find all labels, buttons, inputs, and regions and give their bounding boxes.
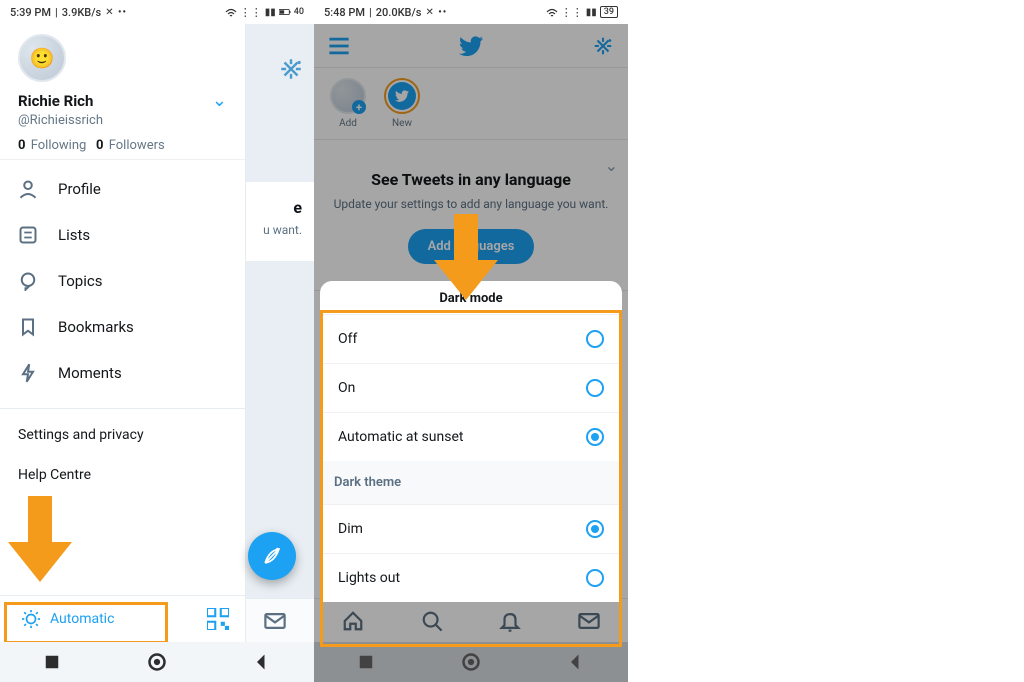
- nav-lists[interactable]: Lists: [0, 212, 245, 258]
- user-name: Richie Rich: [18, 92, 93, 110]
- phone-right: 5:48 PM | 20.0KB/s ✕ •• ⋮⋮ ▮▮ 39 Add: [314, 0, 628, 682]
- radio-icon: [586, 330, 604, 348]
- nav-profile-label: Profile: [58, 180, 101, 198]
- compose-fab[interactable]: [248, 532, 296, 580]
- option-auto[interactable]: Automatic at sunset: [320, 412, 622, 461]
- bt-icon: ⋮⋮: [240, 6, 262, 19]
- option-lightsout[interactable]: Lights out: [320, 553, 622, 602]
- phone-left: 5:39 PM | 3.9KB/s ✕ •• ⋮⋮ ▮▮ 40 e u want…: [0, 0, 314, 682]
- status-bar: 5:48 PM | 20.0KB/s ✕ •• ⋮⋮ ▮▮ 39: [314, 0, 628, 24]
- nav-lists-label: Lists: [58, 226, 90, 244]
- radio-icon: [586, 379, 604, 397]
- drawer-footer: Automatic: [0, 595, 245, 642]
- bookmark-icon: [18, 317, 38, 337]
- followers-count: 0: [96, 138, 103, 153]
- dark-mode-sheet: Dark mode Off On Automatic at sunset Dar…: [320, 281, 622, 602]
- follow-stats[interactable]: 0 Following 0 Followers: [18, 138, 227, 153]
- nav-settings[interactable]: Settings and privacy: [0, 415, 245, 455]
- wifi-icon: [546, 6, 558, 18]
- nav-list: Profile Lists Topics Bookmarks Moments: [0, 160, 245, 402]
- battery-icon: [279, 6, 291, 18]
- nav-moments[interactable]: Moments: [0, 350, 245, 396]
- theme-toggle-label: Automatic: [50, 611, 114, 627]
- sparkle-icon[interactable]: [278, 56, 304, 82]
- option-off-label: Off: [338, 331, 357, 347]
- followers-label: Followers: [109, 138, 165, 153]
- status-time: 5:48 PM: [324, 6, 365, 19]
- user-handle: @Richieissrich: [18, 113, 227, 128]
- android-recent-icon[interactable]: [42, 652, 62, 672]
- tab-mail-icon[interactable]: [264, 610, 286, 632]
- divider: [0, 408, 245, 409]
- nav-help[interactable]: Help Centre: [0, 455, 245, 495]
- wifi-icon: [225, 6, 237, 18]
- radio-selected-icon: [586, 428, 604, 446]
- status-bar: 5:39 PM | 3.9KB/s ✕ •• ⋮⋮ ▮▮ 40: [0, 0, 314, 24]
- option-on-label: On: [338, 380, 355, 396]
- status-net: 20.0KB/s: [376, 6, 422, 19]
- peek-card: e u want.: [244, 182, 314, 261]
- status-extra: ✕ ••: [105, 7, 127, 18]
- nav-bookmarks-label: Bookmarks: [58, 318, 134, 336]
- theme-toggle-button[interactable]: Automatic: [16, 606, 120, 632]
- moments-icon: [18, 363, 38, 383]
- option-dim[interactable]: Dim: [320, 504, 622, 553]
- peek-card-line2: u want.: [244, 223, 302, 237]
- avatar[interactable]: 🙂: [18, 34, 66, 82]
- option-off[interactable]: Off: [320, 314, 622, 363]
- nav-topics-label: Topics: [58, 272, 102, 290]
- list-icon: [18, 225, 38, 245]
- topics-icon: [18, 271, 38, 291]
- status-net: 3.9KB/s: [62, 6, 101, 19]
- signal-icon: ▮▮: [586, 7, 597, 18]
- android-home-icon[interactable]: [147, 652, 167, 672]
- sheet-section-header: Dark theme: [320, 461, 622, 504]
- battery-level: 40: [294, 7, 304, 17]
- android-nav-bar: [314, 642, 628, 682]
- bulb-icon: [22, 610, 40, 628]
- bt-icon: ⋮⋮: [561, 6, 583, 19]
- option-dim-label: Dim: [338, 521, 363, 537]
- timeline-screen: Add New ⌄ See Tweets in any language Upd…: [314, 24, 628, 642]
- option-lightsout-label: Lights out: [338, 570, 400, 586]
- navigation-drawer: 🙂 Richie Rich ⌄ @Richieissrich 0 Followi…: [0, 24, 246, 642]
- option-on[interactable]: On: [320, 363, 622, 412]
- sheet-title: Dark mode: [320, 281, 622, 314]
- chevron-down-icon[interactable]: ⌄: [212, 90, 227, 111]
- battery-box: 39: [600, 6, 618, 18]
- following-label: Following: [31, 138, 87, 153]
- android-back-icon[interactable]: [252, 652, 272, 672]
- peek-card-line1: e: [244, 198, 302, 217]
- android-nav-bar: [0, 642, 314, 682]
- profile-block[interactable]: 🙂 Richie Rich ⌄ @Richieissrich 0 Followi…: [0, 24, 245, 160]
- radio-selected-icon: [586, 520, 604, 538]
- nav-topics[interactable]: Topics: [0, 258, 245, 304]
- following-count: 0: [18, 138, 25, 153]
- nav-profile[interactable]: Profile: [0, 166, 245, 212]
- qr-icon[interactable]: [207, 608, 229, 630]
- profile-icon: [18, 179, 38, 199]
- nav-moments-label: Moments: [58, 364, 122, 382]
- option-auto-label: Automatic at sunset: [338, 429, 463, 445]
- status-time: 5:39 PM: [10, 6, 51, 19]
- nav-bookmarks[interactable]: Bookmarks: [0, 304, 245, 350]
- status-extra: ✕ ••: [425, 7, 447, 18]
- radio-icon: [586, 569, 604, 587]
- signal-icon: ▮▮: [265, 7, 276, 18]
